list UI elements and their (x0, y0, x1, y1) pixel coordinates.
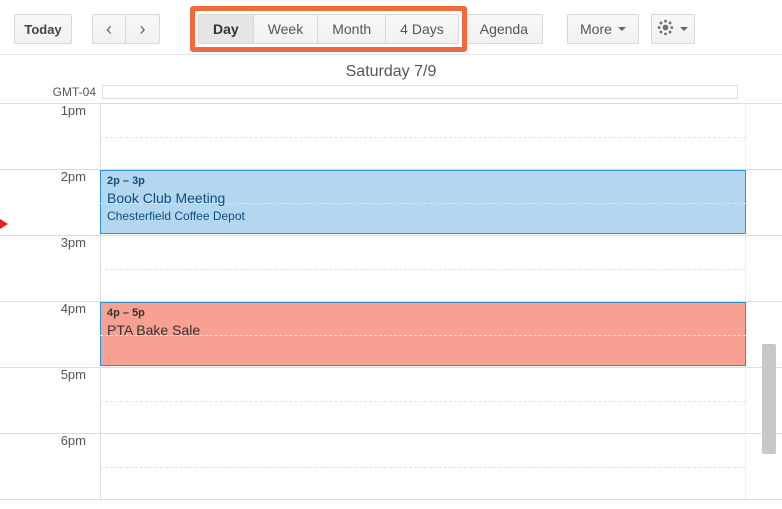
date-header: Saturday 7/9 (0, 55, 782, 85)
gear-icon (657, 19, 674, 39)
nav-group: ‹ › (92, 14, 160, 44)
half-hour-line (100, 467, 746, 468)
more-button[interactable]: More (567, 14, 639, 44)
timezone-row: GMT-04 (0, 85, 782, 99)
settings-button[interactable] (651, 14, 695, 44)
half-hour-line (100, 137, 746, 138)
half-hour-line (100, 335, 746, 336)
caret-down-icon (680, 27, 688, 31)
more-label: More (580, 21, 612, 37)
hour-label: 3pm (0, 235, 96, 250)
hour-grid: 2p – 3pBook Club MeetingChesterfield Cof… (0, 103, 782, 500)
prev-button[interactable]: ‹ (92, 14, 126, 44)
hour-row[interactable]: 1pm (0, 104, 782, 170)
hour-label: 1pm (0, 103, 96, 118)
hour-row[interactable]: 6pm (0, 434, 782, 500)
view-tab-month[interactable]: Month (318, 14, 386, 44)
half-hour-line (100, 401, 746, 402)
hour-label: 5pm (0, 367, 96, 382)
hour-row[interactable]: 3pm (0, 236, 782, 302)
today-button[interactable]: Today (14, 14, 72, 44)
view-tab-4days[interactable]: 4 Days (386, 14, 459, 44)
hour-label: 4pm (0, 301, 96, 316)
hour-row[interactable]: 5pm (0, 368, 782, 434)
hour-label: 2pm (0, 169, 96, 184)
view-switch-highlight: DayWeekMonth4 Days (198, 14, 459, 44)
toolbar: Today ‹ › DayWeekMonth4 Days Agenda More (0, 0, 782, 55)
scrollbar-thumb[interactable] (762, 344, 776, 454)
hour-row[interactable]: 2pm (0, 170, 782, 236)
timezone-label: GMT-04 (6, 85, 102, 99)
hour-row[interactable]: 4pm (0, 302, 782, 368)
calendar-grid: 2p – 3pBook Club MeetingChesterfield Cof… (0, 103, 782, 500)
next-button[interactable]: › (126, 14, 160, 44)
allday-slot[interactable] (102, 85, 738, 99)
half-hour-line (100, 269, 746, 270)
view-tab-day[interactable]: Day (198, 14, 254, 44)
chevron-right-icon: › (140, 20, 146, 38)
view-tab-week[interactable]: Week (254, 14, 319, 44)
caret-down-icon (618, 27, 626, 31)
half-hour-line (100, 203, 746, 204)
agenda-button[interactable]: Agenda (465, 14, 543, 44)
view-switch: DayWeekMonth4 Days (198, 14, 459, 44)
hour-label: 6pm (0, 433, 96, 448)
chevron-left-icon: ‹ (106, 20, 112, 38)
